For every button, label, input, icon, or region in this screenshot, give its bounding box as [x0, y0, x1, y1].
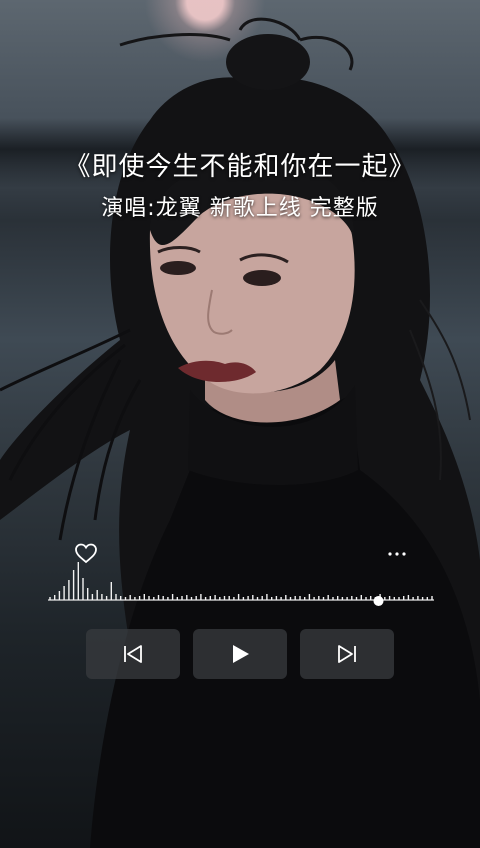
- skip-previous-icon: [124, 645, 142, 663]
- progress-thumb[interactable]: [373, 596, 384, 606]
- play-icon: [233, 645, 249, 663]
- skip-next-icon: [338, 645, 356, 663]
- woman-portrait: [0, 17, 480, 848]
- song-subtitle: 演唱:龙翼 新歌上线 完整版: [101, 196, 379, 221]
- progress-waveform[interactable]: [44, 555, 436, 611]
- play-button[interactable]: [193, 629, 287, 679]
- next-button[interactable]: [300, 629, 394, 679]
- previous-button[interactable]: [86, 629, 180, 679]
- song-title: 《即使今生不能和你在一起》: [64, 152, 416, 182]
